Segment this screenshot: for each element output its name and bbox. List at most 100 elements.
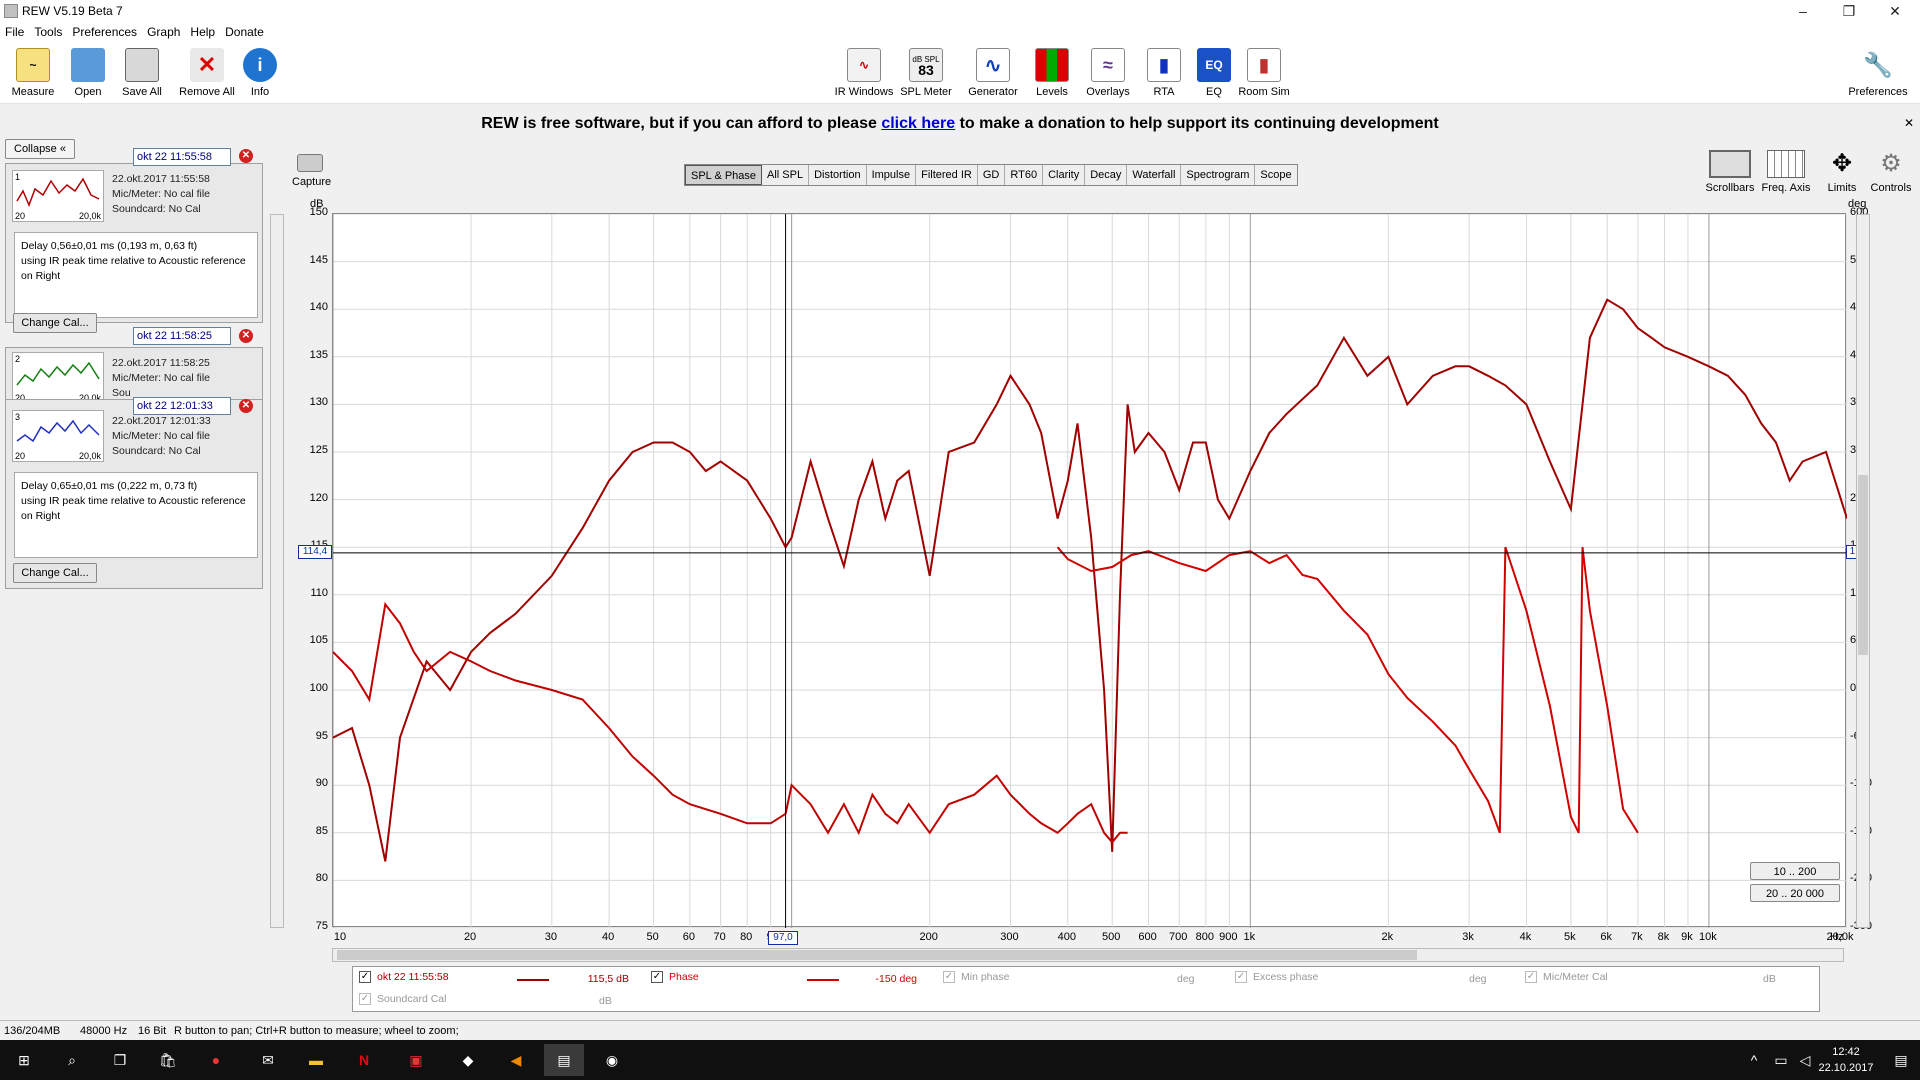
vivaldi-icon[interactable]: ● xyxy=(196,1044,236,1076)
misc-app-icon[interactable]: ◉ xyxy=(592,1044,632,1076)
change-cal-button-3[interactable]: Change Cal... xyxy=(13,563,97,583)
capture-label: Capture xyxy=(292,176,332,188)
wolf-app-icon[interactable]: ◆ xyxy=(448,1044,488,1076)
change-cal-button-1[interactable]: Change Cal... xyxy=(13,313,97,333)
tab-scope[interactable]: Scope xyxy=(1255,165,1296,185)
tab-decay[interactable]: Decay xyxy=(1085,165,1128,185)
ir-windows-button[interactable]: ∿ IR Windows xyxy=(834,48,894,98)
levels-button[interactable]: Levels xyxy=(1022,48,1082,98)
measure-icon: ~ xyxy=(16,48,50,82)
generator-icon: ∿ xyxy=(976,48,1010,82)
minimize-button[interactable]: – xyxy=(1780,0,1826,22)
range-button-10-200[interactable]: 10 .. 200 xyxy=(1750,862,1840,880)
range-button-20-20000[interactable]: 20 .. 20 000 xyxy=(1750,884,1840,902)
tab-distortion[interactable]: Distortion xyxy=(809,165,867,185)
checkbox[interactable]: ✓ xyxy=(1525,971,1537,984)
measurement-name-field-2[interactable]: okt 22 11:58:25 xyxy=(133,327,231,345)
info-button[interactable]: i Info xyxy=(230,48,290,98)
windows-start-icon[interactable]: ⊞ xyxy=(4,1044,44,1076)
generator-button[interactable]: ∿ Generator xyxy=(963,48,1023,98)
mail-icon[interactable]: ✉ xyxy=(248,1044,288,1076)
room-sim-button[interactable]: ▮ Room Sim xyxy=(1234,48,1294,98)
menu-file[interactable]: File xyxy=(0,22,29,42)
spl-meter-button[interactable]: dB SPL 83 SPL Meter xyxy=(896,48,956,98)
scrollbars-button[interactable]: Scrollbars xyxy=(1700,150,1760,194)
series-line-1 xyxy=(332,298,1848,862)
overlays-button[interactable]: ≈ Overlays xyxy=(1078,48,1138,98)
measurement-card-1[interactable]: 1 20 20,0k 22.okt.2017 11:55:58 Mic/Mete… xyxy=(5,163,263,323)
tab-gd[interactable]: GD xyxy=(978,165,1006,185)
maximize-button[interactable]: ❐ xyxy=(1826,0,1872,22)
capture-button[interactable]: Capture xyxy=(292,154,332,188)
checkbox[interactable]: ✓ xyxy=(651,971,663,984)
measurement-card-3[interactable]: 3 20 20,0k 22.okt.2017 12:01:33 Mic/Mete… xyxy=(5,399,263,589)
delete-measurement-icon[interactable]: ✕ xyxy=(239,149,253,163)
save-all-button[interactable]: Save All xyxy=(112,48,172,98)
series-line-2 xyxy=(332,601,1128,844)
legend-item-mic-cal[interactable]: ✓ Mic/Meter Cal xyxy=(1525,971,1608,984)
network-icon[interactable]: ▭ xyxy=(1770,1044,1792,1076)
speaker-app-icon[interactable]: ◀ xyxy=(496,1044,536,1076)
store-icon[interactable]: 🛍 xyxy=(148,1044,188,1076)
tray-chevron-icon[interactable]: ^ xyxy=(1744,1044,1764,1076)
menu-donate[interactable]: Donate xyxy=(220,22,269,42)
scroll-thumb[interactable] xyxy=(337,950,1417,960)
scroll-thumb[interactable] xyxy=(1858,475,1868,655)
menu-preferences[interactable]: Preferences xyxy=(67,22,142,42)
close-button[interactable]: ✕ xyxy=(1872,0,1918,22)
tab-rt60[interactable]: RT60 xyxy=(1005,165,1044,185)
tab-filtered-ir[interactable]: Filtered IR xyxy=(916,165,978,185)
graph-vertical-scrollbar[interactable] xyxy=(1856,214,1870,928)
x-tick-label: 1k xyxy=(1243,931,1256,943)
tab-spectrogram[interactable]: Spectrogram xyxy=(1181,165,1256,185)
remove-all-button[interactable]: ✕ Remove All xyxy=(177,48,237,98)
measurement-name-field-1[interactable]: okt 22 11:55:58 xyxy=(133,148,231,166)
legend-item-min-phase[interactable]: ✓ Min phase xyxy=(943,971,1009,984)
delete-measurement-icon[interactable]: ✕ xyxy=(239,329,253,343)
legend-item-spl[interactable]: ✓ okt 22 11:55:58 xyxy=(359,971,449,984)
notification-icon[interactable]: ▤ xyxy=(1886,1044,1916,1076)
status-hint: R button to pan; Ctrl+R button to measur… xyxy=(174,1025,459,1037)
search-icon[interactable]: ⌕ xyxy=(52,1044,92,1076)
voice-meeter-icon[interactable]: ▣ xyxy=(396,1044,436,1076)
graph-canvas[interactable] xyxy=(332,213,1848,929)
checkbox[interactable]: ✓ xyxy=(1235,971,1247,984)
donation-link[interactable]: click here xyxy=(881,115,955,132)
rew-app-icon[interactable]: ▤ xyxy=(544,1044,584,1076)
delete-measurement-icon[interactable]: ✕ xyxy=(239,399,253,413)
donation-banner: REW is free software, but if you can aff… xyxy=(0,110,1920,138)
file-explorer-icon[interactable]: ▬ xyxy=(296,1044,336,1076)
tab-impulse[interactable]: Impulse xyxy=(867,165,917,185)
legend-item-phase[interactable]: ✓ Phase xyxy=(651,971,699,984)
netflix-icon[interactable]: N xyxy=(344,1044,384,1076)
clock[interactable]: 12:42 22.10.2017 xyxy=(1808,1044,1884,1076)
legend-item-excess-phase[interactable]: ✓ Excess phase xyxy=(1235,971,1318,984)
spl-phase-graph[interactable] xyxy=(332,213,1848,929)
checkbox[interactable]: ✓ xyxy=(943,971,955,984)
room-sim-icon: ▮ xyxy=(1247,48,1281,82)
tab-waterfall[interactable]: Waterfall xyxy=(1127,165,1182,185)
close-banner-icon[interactable]: ✕ xyxy=(1904,116,1914,130)
preferences-button[interactable]: 🔧 Preferences xyxy=(1846,48,1910,99)
measure-button[interactable]: ~ Measure xyxy=(3,48,63,98)
controls-button[interactable]: ⚙ Controls xyxy=(1862,150,1920,194)
freq-axis-button[interactable]: Freq. Axis xyxy=(1756,150,1816,194)
tab-spl-phase[interactable]: SPL & Phase xyxy=(685,165,763,185)
checkbox[interactable]: ✓ xyxy=(359,971,371,984)
tab-clarity[interactable]: Clarity xyxy=(1043,165,1086,185)
open-button[interactable]: Open xyxy=(58,48,118,98)
legend-item-soundcard-cal[interactable]: ✓ Soundcard Cal xyxy=(359,993,446,1006)
menu-help[interactable]: Help xyxy=(185,22,220,42)
donation-text-end: to make a donation to help support its c… xyxy=(955,115,1439,132)
x-tick-label: 50 xyxy=(646,931,659,943)
graph-horizontal-scrollbar[interactable] xyxy=(332,948,1844,962)
menu-graph[interactable]: Graph xyxy=(142,22,185,42)
panel-scrollbar[interactable] xyxy=(270,214,284,928)
checkbox[interactable]: ✓ xyxy=(359,993,371,1006)
menu-tools[interactable]: Tools xyxy=(29,22,67,42)
tab-all-spl[interactable]: All SPL xyxy=(762,165,810,185)
measurement-name-field-3[interactable]: okt 22 12:01:33 xyxy=(133,397,231,415)
task-view-icon[interactable]: ❐ xyxy=(100,1044,140,1076)
collapse-button[interactable]: Collapse « xyxy=(5,139,75,159)
clock-time: 12:42 xyxy=(1832,1046,1860,1058)
